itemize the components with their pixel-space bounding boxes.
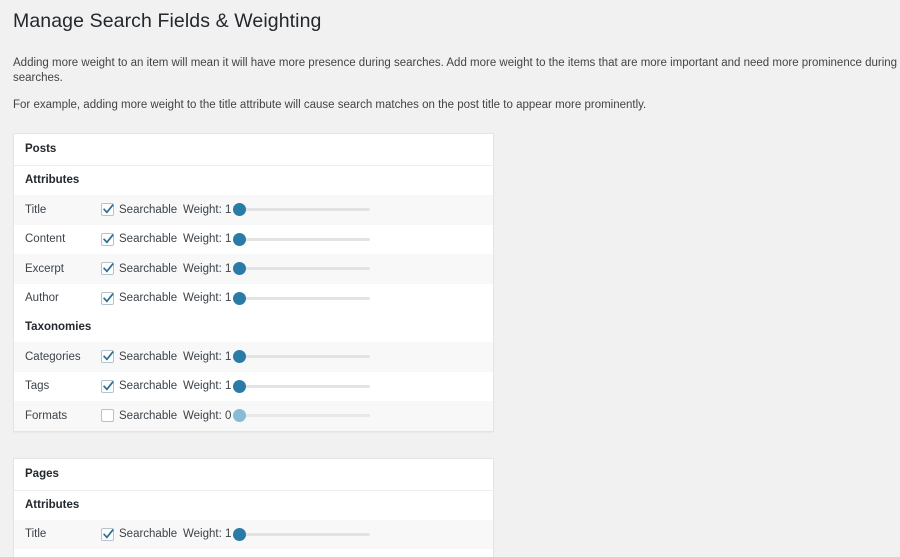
weight-slider[interactable] — [233, 202, 370, 218]
searchable-toggle[interactable]: Searchable — [101, 379, 183, 393]
weight-value-label: Weight: 1 — [183, 262, 232, 275]
searchable-label: Searchable — [119, 409, 178, 422]
weight-value-label: Weight: 1 — [183, 203, 232, 216]
searchable-label: Searchable — [119, 528, 178, 541]
searchable-checkbox[interactable] — [101, 379, 114, 393]
weight-value-label: Weight: 0 — [183, 409, 232, 422]
field-row: Formats Searchable Weight: 0 — [14, 401, 493, 431]
slider-handle[interactable] — [233, 291, 246, 305]
weight-slider[interactable] — [233, 349, 370, 365]
weight-slider[interactable] — [233, 261, 370, 277]
field-label-content: Content — [25, 233, 66, 246]
searchable-label: Searchable — [119, 262, 178, 275]
searchable-toggle[interactable]: Searchable — [101, 291, 183, 305]
searchable-toggle[interactable]: Searchable — [101, 527, 183, 541]
slider-handle[interactable] — [233, 379, 246, 393]
slider-track[interactable] — [233, 384, 370, 388]
post-type-panels: Posts Attributes Title Searchable Weight: 1C… — [0, 133, 900, 557]
weight-value-label: Weight: 1 — [183, 292, 232, 305]
searchable-label: Searchable — [119, 203, 178, 216]
searchable-checkbox[interactable] — [101, 232, 114, 246]
slider-handle[interactable] — [233, 527, 246, 541]
page-title: Manage Search Fields & Weighting — [13, 10, 322, 32]
weight-slider[interactable] — [233, 378, 370, 394]
field-row: Content Searchable Weight: 1 — [14, 224, 493, 254]
slider-handle[interactable] — [233, 409, 246, 423]
searchable-checkbox[interactable] — [101, 262, 114, 276]
slider-track[interactable] — [233, 237, 370, 241]
searchable-label: Searchable — [119, 350, 178, 363]
weight-slider[interactable] — [233, 408, 370, 424]
field-label-author: Author — [25, 292, 59, 305]
searchable-checkbox[interactable] — [101, 350, 114, 364]
panel-pages: PagesAttributes Title Searchable Weight: 1 C… — [13, 457, 494, 557]
searchable-checkbox[interactable] — [101, 203, 114, 217]
field-row: Title Searchable Weight: 1 — [14, 195, 493, 225]
searchable-checkbox[interactable] — [101, 291, 114, 305]
field-row: Categories Searchable Weight: 1 — [14, 342, 493, 372]
settings-page: Manage Search Fields & Weighting Adding … — [0, 0, 900, 557]
searchable-toggle[interactable]: Searchable — [101, 262, 183, 276]
panel-title: Pages — [14, 458, 493, 491]
searchable-toggle[interactable]: Searchable — [101, 232, 183, 246]
slider-handle[interactable] — [233, 350, 246, 364]
searchable-checkbox[interactable] — [101, 409, 114, 423]
searchable-toggle[interactable]: Searchable — [101, 350, 183, 364]
field-row: Tags Searchable Weight: 1 — [14, 371, 493, 401]
slider-handle[interactable] — [233, 203, 246, 217]
searchable-label: Searchable — [119, 233, 178, 246]
description-paragraph-1: Adding more weight to an item will mean … — [13, 57, 898, 84]
weight-value-label: Weight: 1 — [183, 233, 232, 246]
weight-slider[interactable] — [233, 290, 370, 306]
slider-track[interactable] — [233, 296, 370, 300]
field-label-title: Title — [25, 203, 47, 216]
slider-track[interactable] — [233, 208, 370, 212]
searchable-checkbox[interactable] — [101, 527, 114, 541]
section-heading: Taxonomies — [14, 313, 493, 342]
panel-posts: Posts Attributes Title Searchable Weight: 1C… — [13, 133, 494, 432]
searchable-label: Searchable — [119, 380, 178, 393]
slider-track[interactable] — [233, 267, 370, 271]
field-row: Author Searchable Weight: 1 — [14, 283, 493, 313]
field-row: ContentSearchableWeight: 1 — [14, 549, 493, 557]
weight-value-label: Weight: 1 — [183, 528, 232, 541]
slider-track[interactable] — [233, 355, 370, 359]
field-label-categories: Categories — [25, 350, 81, 363]
weight-slider[interactable] — [233, 231, 370, 247]
field-row: Excerpt Searchable Weight: 1 — [14, 254, 493, 284]
description-paragraph-2: For example, adding more weight to the t… — [13, 99, 647, 111]
weight-value-label: Weight: 1 — [183, 380, 232, 393]
searchable-toggle[interactable]: Searchable — [101, 203, 183, 217]
searchable-toggle[interactable]: Searchable — [101, 409, 183, 423]
field-label-excerpt: Excerpt — [25, 262, 64, 275]
weight-slider[interactable] — [233, 526, 370, 542]
section-heading: Attributes — [14, 166, 493, 195]
field-label-formats: Formats — [25, 409, 68, 422]
searchable-label: Searchable — [119, 292, 178, 305]
field-row: Title Searchable Weight: 1 — [14, 519, 493, 549]
slider-track[interactable] — [233, 532, 370, 536]
weight-value-label: Weight: 1 — [183, 350, 232, 363]
panel-title: Posts — [14, 134, 493, 166]
slider-handle[interactable] — [233, 262, 246, 276]
section-heading: Attributes — [14, 490, 493, 520]
slider-handle[interactable] — [233, 232, 246, 246]
slider-track[interactable] — [233, 414, 370, 418]
field-label-title: Title — [25, 528, 47, 541]
field-label-tags: Tags — [25, 380, 50, 393]
